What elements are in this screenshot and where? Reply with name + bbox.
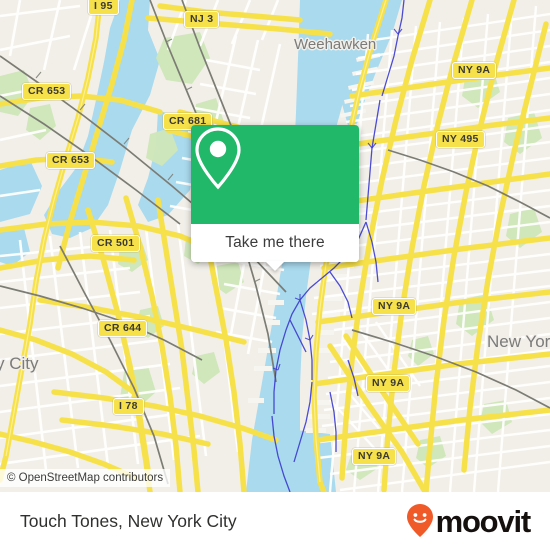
osm-attribution[interactable]: © OpenStreetMap contributors xyxy=(0,469,171,487)
popup-action-area[interactable]: Take me there xyxy=(191,224,359,262)
road-shield-cr501: CR 501 xyxy=(91,235,141,252)
road-shield-cr653-2: CR 653 xyxy=(46,152,96,169)
place-label-jersey-city: y City xyxy=(0,354,39,373)
map-screenshot: Weehawken y City New Yor I 95 NJ 3 NY 9A… xyxy=(0,0,550,550)
road-shield-i78: I 78 xyxy=(113,398,144,415)
map-canvas[interactable]: Weehawken y City New Yor I 95 NJ 3 NY 9A… xyxy=(0,0,550,492)
popup-marker-area xyxy=(191,125,359,224)
map-pin-icon xyxy=(195,127,241,190)
road-shield-nj3: NJ 3 xyxy=(184,11,220,28)
footer-bar: Touch Tones, New York City moovit xyxy=(0,492,550,550)
popup-pointer-tail xyxy=(265,261,285,271)
road-shield-ny9a-2: NY 9A xyxy=(372,298,417,315)
place-label-new-york: New Yor xyxy=(487,332,550,351)
take-me-there-label: Take me there xyxy=(225,234,325,251)
road-shield-i95: I 95 xyxy=(88,0,119,15)
moovit-brand[interactable]: moovit xyxy=(405,503,532,539)
road-shield-ny495: NY 495 xyxy=(436,131,485,148)
road-shield-cr653-1: CR 653 xyxy=(22,83,72,100)
moovit-smiley-pin-icon xyxy=(406,504,433,537)
footer-place-title: Touch Tones, New York City xyxy=(20,510,237,531)
road-shield-ny9a-3: NY 9A xyxy=(366,375,411,392)
road-shield-ny9a-4: NY 9A xyxy=(352,448,397,465)
location-popup-card[interactable]: Take me there xyxy=(191,125,359,271)
place-label-weehawken: Weehawken xyxy=(294,36,377,53)
road-shield-cr644: CR 644 xyxy=(98,320,148,337)
road-shield-ny9a-1: NY 9A xyxy=(452,62,497,79)
moovit-wordmark: moovit xyxy=(435,503,532,539)
